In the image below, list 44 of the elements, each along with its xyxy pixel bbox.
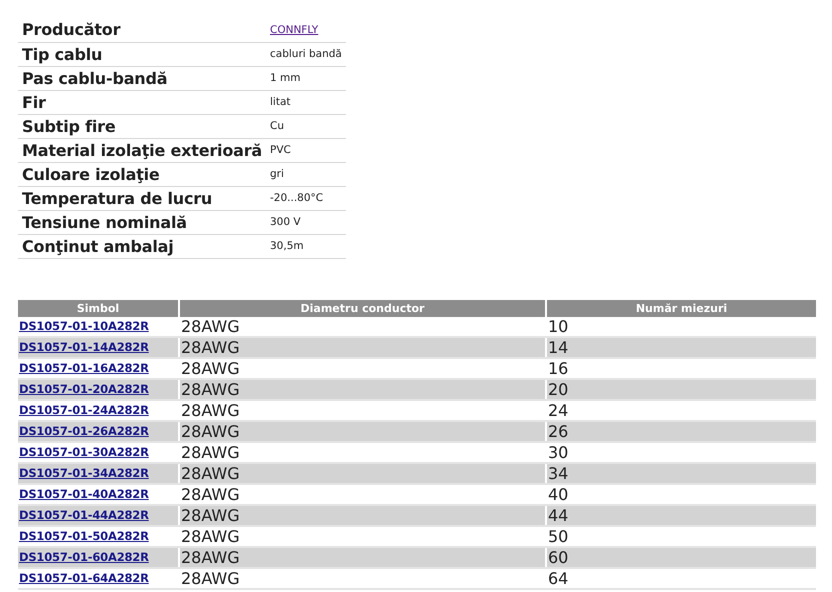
product-link[interactable]: DS1057-01-10A282R [19, 319, 149, 333]
table-cell: 64 [546, 568, 816, 588]
spec-value: PVC [270, 144, 291, 156]
spec-value: cabluri bandă [270, 48, 342, 60]
spec-label: Material izolaţie exterioară [18, 138, 266, 162]
spec-label: Culoare izolaţie [18, 162, 266, 186]
spec-value: 30,5m [270, 240, 304, 252]
table-cell: 26 [546, 420, 816, 442]
table-cell: 28AWG [179, 504, 546, 526]
column-header: Diametru conductor [179, 300, 546, 316]
spec-label: Conţinut ambalaj [18, 234, 266, 258]
spec-value: litat [270, 96, 291, 108]
table-cell: 28AWG [179, 568, 546, 588]
column-header: Număr miezuri [546, 300, 816, 316]
table-cell: 14 [546, 336, 816, 358]
spec-label: Tip cablu [18, 42, 266, 66]
spec-value: gri [270, 168, 284, 180]
spec-label: Tensiune nominală [18, 210, 266, 234]
spec-label: Subtip fire [18, 114, 266, 138]
product-link[interactable]: DS1057-01-50A282R [19, 529, 149, 543]
table-cell: 28AWG [179, 378, 546, 400]
table-cell: 28AWG [179, 420, 546, 442]
spec-value: -20...80°C [270, 192, 324, 204]
column-header: Simbol [18, 300, 179, 316]
table-cell: 28AWG [179, 336, 546, 358]
spec-value: Cu [270, 120, 284, 132]
spec-label: Fir [18, 90, 266, 114]
table-cell: 44 [546, 504, 816, 526]
product-link[interactable]: DS1057-01-40A282R [19, 487, 149, 501]
table-cell: 60 [546, 546, 816, 568]
product-link[interactable]: DS1057-01-30A282R [19, 445, 149, 459]
spec-label: Pas cablu-bandă [18, 66, 266, 90]
manufacturer-link[interactable]: CONNFLY [270, 24, 318, 36]
spec-value: 300 V [270, 216, 301, 228]
table-cell: 28AWG [179, 462, 546, 484]
product-link[interactable]: DS1057-01-64A282R [19, 571, 149, 585]
spec-label: Temperatura de lucru [18, 186, 266, 210]
spec-value: 1 mm [270, 72, 300, 84]
table-cell: 20 [546, 378, 816, 400]
product-link[interactable]: DS1057-01-16A282R [19, 361, 149, 375]
product-link[interactable]: DS1057-01-24A282R [19, 403, 149, 417]
spec-label: Producător [18, 18, 266, 42]
table-cell: 28AWG [179, 546, 546, 568]
table-cell: 34 [546, 462, 816, 484]
